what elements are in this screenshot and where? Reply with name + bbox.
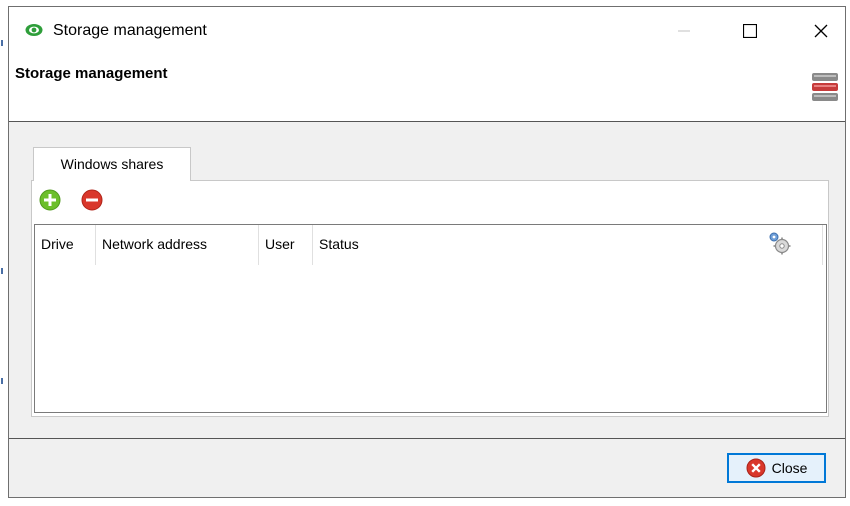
close-circle-icon bbox=[746, 458, 766, 478]
table-header: Drive Network address User Status bbox=[35, 225, 826, 265]
gear-icon[interactable] bbox=[768, 231, 792, 255]
column-divider bbox=[822, 225, 823, 265]
content-area: Windows shares Drive Network address Use… bbox=[9, 122, 845, 438]
add-icon[interactable] bbox=[39, 189, 61, 211]
maximize-icon bbox=[743, 24, 757, 38]
minimize-icon bbox=[678, 30, 690, 32]
close-button-label: Close bbox=[771, 460, 808, 476]
maximize-button[interactable] bbox=[727, 7, 773, 55]
header-panel: Storage management bbox=[9, 55, 845, 122]
window-title: Storage management bbox=[53, 22, 207, 39]
tab-windows-shares[interactable]: Windows shares bbox=[33, 147, 191, 181]
title-bar[interactable]: Storage management bbox=[9, 7, 845, 55]
window-close-button[interactable] bbox=[798, 7, 844, 55]
database-icon bbox=[812, 73, 838, 101]
storage-management-dialog: Storage management Storage management Wi… bbox=[8, 6, 846, 498]
eye-icon bbox=[25, 24, 43, 36]
dialog-footer: Close bbox=[9, 439, 845, 497]
windows-shares-panel: Drive Network address User Status bbox=[31, 180, 829, 417]
page-title: Storage management bbox=[15, 65, 168, 82]
minimize-button[interactable] bbox=[661, 7, 707, 55]
background-edge bbox=[0, 0, 8, 506]
remove-icon[interactable] bbox=[81, 189, 103, 211]
column-header-status[interactable]: Status bbox=[313, 225, 826, 265]
close-icon bbox=[814, 24, 828, 38]
close-button[interactable]: Close bbox=[727, 453, 826, 483]
shares-table[interactable]: Drive Network address User Status bbox=[34, 224, 827, 413]
column-header-network-address[interactable]: Network address bbox=[96, 225, 259, 265]
column-header-drive[interactable]: Drive bbox=[35, 225, 96, 265]
tab-label: Windows shares bbox=[60, 156, 164, 172]
column-header-user[interactable]: User bbox=[259, 225, 313, 265]
